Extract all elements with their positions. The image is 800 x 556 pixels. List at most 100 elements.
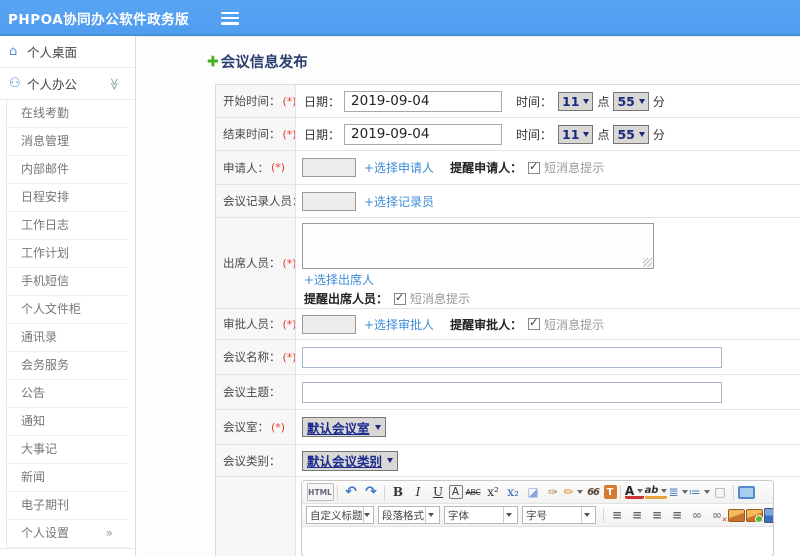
sidebar-item[interactable]: 个人文件柜 bbox=[7, 296, 129, 324]
underline-icon[interactable]: U bbox=[429, 483, 448, 501]
recorder-input[interactable] bbox=[302, 191, 356, 211]
meeting-name-input[interactable] bbox=[302, 346, 722, 368]
meeting-subject-input[interactable] bbox=[302, 381, 722, 403]
link-icon[interactable]: ∞ bbox=[688, 506, 707, 524]
font-border-icon[interactable]: A bbox=[448, 485, 463, 499]
choose-approver-link[interactable]: +选择审批人 bbox=[364, 316, 434, 333]
hamburger-menu-icon[interactable] bbox=[221, 11, 240, 25]
end-date-input[interactable] bbox=[344, 123, 503, 145]
remind-applicant-label: 提醒申请人： bbox=[450, 161, 523, 175]
plus-icon: ✚ bbox=[207, 53, 219, 70]
sidebar-item-personal-office[interactable]: ⚇ 个人办公 ≫ bbox=[0, 68, 135, 100]
field-label: 结束时间： bbox=[223, 127, 281, 141]
sidebar-item[interactable]: 内部邮件 bbox=[7, 156, 129, 184]
format-clear-icon[interactable]: ✑ bbox=[544, 483, 563, 501]
choose-recorder-link[interactable]: +选择记录员 bbox=[364, 193, 434, 210]
sidebar-item[interactable]: 在线考勤 bbox=[7, 100, 129, 128]
dropdown-arrow-icon bbox=[638, 131, 645, 137]
align-center-icon[interactable]: ≡ bbox=[628, 506, 647, 524]
pagebreak-icon[interactable] bbox=[763, 507, 773, 523]
sms-checkbox[interactable] bbox=[528, 316, 541, 330]
main-content: ✚ 会议信息发布 开始时间：(*) 日期： 时间： 11 点 55 分 结束时间… bbox=[137, 36, 800, 556]
sidebar-item[interactable]: 工作日志 bbox=[7, 212, 129, 240]
strikethrough-icon[interactable]: ABC bbox=[464, 483, 483, 501]
format-painter-icon[interactable]: ✏ bbox=[564, 483, 583, 501]
choose-attendees-link[interactable]: +选择出席人 bbox=[304, 271, 374, 288]
approver-input[interactable] bbox=[302, 314, 356, 334]
remind-attendees-label: 提醒出席人员： bbox=[304, 292, 389, 306]
undo-icon[interactable]: ↶ bbox=[342, 483, 361, 501]
form-row-meeting-category: 会议类别： 默认会议类别 bbox=[216, 445, 800, 477]
dropdown-arrow-icon bbox=[374, 424, 381, 430]
start-date-input[interactable] bbox=[344, 90, 503, 112]
required-marker: (*) bbox=[271, 420, 286, 434]
sidebar-item-supervision[interactable]: ⇄ 督查督办 » bbox=[0, 548, 135, 556]
app-window: PHPOA协同办公软件政务版 ⌂ 个人桌面 ⚇ 个人办公 ≫ 在线考勤 消息管理内… bbox=[0, 0, 800, 556]
start-hour-select[interactable]: 11 bbox=[558, 91, 594, 111]
sidebar-item[interactable]: 日程安排 bbox=[7, 184, 129, 212]
paste-text-icon[interactable]: T bbox=[603, 485, 617, 499]
form-row-end-time: 结束时间：(*) 日期： 时间： 11 点 55 分 bbox=[216, 118, 800, 151]
font-size-select[interactable]: 字号 bbox=[522, 506, 596, 524]
end-hour-select[interactable]: 11 bbox=[558, 124, 594, 144]
fullscreen-icon[interactable] bbox=[737, 485, 755, 499]
attendees-textarea[interactable] bbox=[302, 223, 654, 269]
eraser-icon[interactable]: ◪ bbox=[524, 483, 543, 501]
dropdown-arrow-icon bbox=[503, 507, 514, 523]
sidebar-item[interactable]: 工作计划 bbox=[7, 240, 129, 268]
sidebar-item[interactable]: 电子期刊 bbox=[7, 492, 129, 520]
sidebar-item[interactable]: 新闻 bbox=[7, 464, 129, 492]
time-label: 时间： bbox=[516, 94, 553, 109]
unordered-list-icon[interactable]: ≔ bbox=[689, 483, 710, 501]
toolbar-separator bbox=[337, 484, 338, 500]
sms-checkbox[interactable] bbox=[528, 160, 541, 174]
chevron-right-icon: » bbox=[105, 526, 113, 540]
highlight-color-icon[interactable]: ab bbox=[644, 485, 668, 499]
redo-icon[interactable]: ↷ bbox=[362, 483, 381, 501]
italic-icon[interactable]: I bbox=[409, 483, 428, 501]
paragraph-format-select[interactable]: 段落格式 bbox=[378, 506, 440, 524]
sidebar-item-personal-desktop[interactable]: ⌂ 个人桌面 bbox=[0, 36, 135, 68]
editor-toolbar-row2: 自定义标题段落格式字体字号 ≡≡≡≡∞∞⊞ bbox=[302, 504, 773, 527]
editor-content-area[interactable] bbox=[302, 527, 773, 556]
sidebar-item[interactable]: 公告 bbox=[7, 380, 129, 408]
form-row-meeting-room: 会议室： (*) 默认会议室 bbox=[216, 410, 800, 445]
bold-icon[interactable]: B bbox=[389, 483, 408, 501]
unlink-icon[interactable]: ∞ bbox=[708, 506, 728, 524]
custom-title-select[interactable]: 自定义标题 bbox=[306, 506, 374, 524]
ordered-list-icon[interactable]: ≣ bbox=[668, 483, 687, 501]
align-right-icon[interactable]: ≡ bbox=[648, 506, 667, 524]
required-marker: (*) bbox=[271, 161, 286, 174]
form-row-recorder: 会议记录人员：(*) +选择记录员 bbox=[216, 185, 800, 218]
sidebar-item-personal-settings[interactable]: 个人设置 » bbox=[7, 520, 129, 548]
blockquote-icon[interactable]: 66 bbox=[584, 483, 603, 501]
subscript-icon[interactable]: x₂ bbox=[504, 483, 523, 501]
sidebar: ⌂ 个人桌面 ⚇ 个人办公 ≫ 在线考勤 消息管理 内部邮件 日程安排 工作日志 工作计划… bbox=[0, 36, 136, 556]
start-minute-select[interactable]: 55 bbox=[613, 91, 649, 111]
choose-applicant-link[interactable]: +选择申请人 bbox=[364, 159, 434, 176]
font-family-select[interactable]: 字体 bbox=[444, 506, 518, 524]
field-label: 开始时间： bbox=[223, 94, 281, 108]
sms-checkbox[interactable] bbox=[394, 291, 407, 305]
sidebar-item[interactable]: 手机短信 bbox=[7, 268, 129, 296]
sidebar-item[interactable]: 通讯录 bbox=[7, 324, 129, 352]
end-minute-select[interactable]: 55 bbox=[613, 124, 649, 144]
meeting-room-select[interactable]: 默认会议室 bbox=[302, 417, 386, 437]
sidebar-item-label: 个人桌面 bbox=[27, 45, 78, 60]
superscript-icon[interactable]: x² bbox=[484, 483, 503, 501]
required-marker: (*) bbox=[282, 256, 296, 270]
html-source-button[interactable]: HTML bbox=[306, 483, 334, 501]
sidebar-item[interactable]: 通知 bbox=[7, 408, 129, 436]
align-left-icon[interactable]: ≡ bbox=[608, 506, 627, 524]
sidebar-item[interactable]: 会务服务 bbox=[7, 352, 129, 380]
applicant-input[interactable] bbox=[302, 158, 356, 177]
sidebar-item[interactable]: 大事记 bbox=[7, 436, 129, 464]
image-icon[interactable] bbox=[727, 508, 745, 522]
font-color-icon[interactable]: A bbox=[624, 485, 644, 499]
sms-label: 短消息提示 bbox=[544, 317, 605, 332]
meeting-category-select[interactable]: 默认会议类别 bbox=[302, 450, 399, 471]
align-justify-icon[interactable]: ≡ bbox=[668, 506, 687, 524]
new-page-icon[interactable]: □ bbox=[711, 483, 730, 501]
sidebar-item[interactable]: 消息管理 bbox=[7, 128, 129, 156]
image-add-icon[interactable] bbox=[745, 508, 763, 523]
